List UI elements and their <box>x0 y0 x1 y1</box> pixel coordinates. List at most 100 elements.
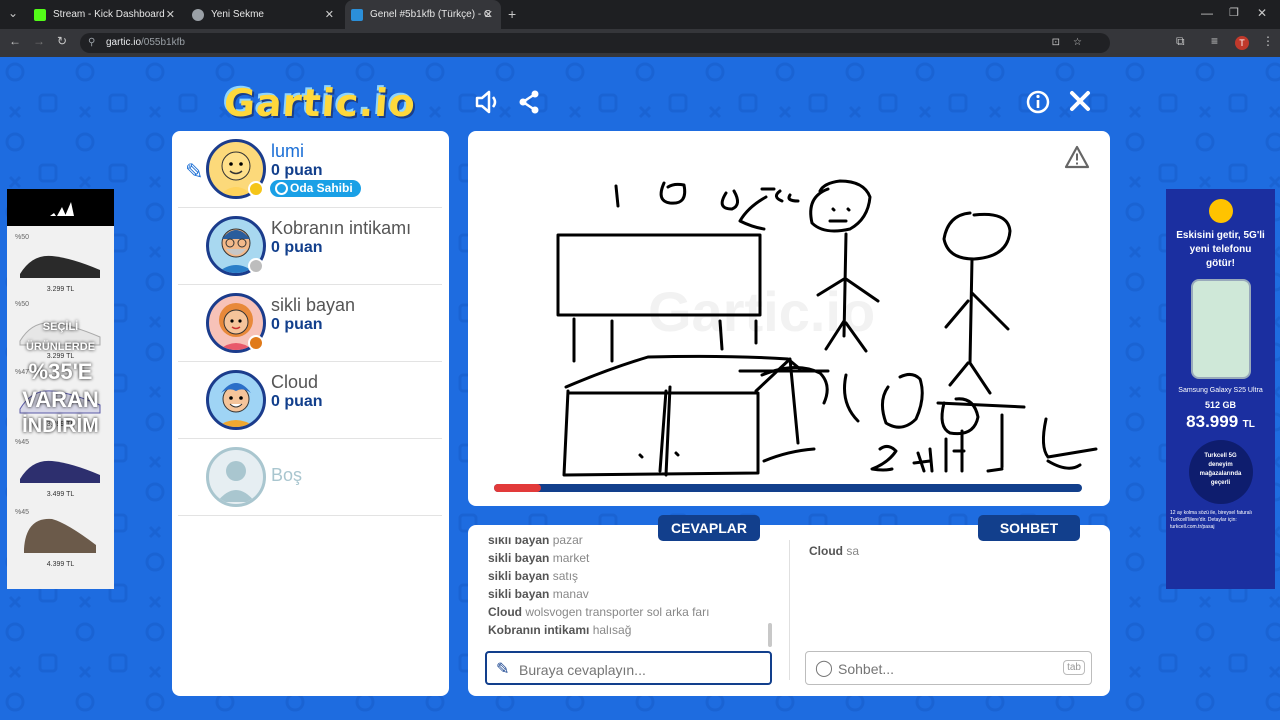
player-name: Cloud <box>271 372 319 392</box>
profile-avatar[interactable]: T <box>1235 36 1249 50</box>
avatar <box>206 370 266 430</box>
gartic-logo[interactable]: Gartic.io <box>222 81 417 125</box>
ad-overlay-line: VARAN <box>22 387 99 412</box>
ad-overlay-line: İNDİRİM <box>22 415 99 437</box>
shoe-item[interactable]: %50 3.299 TL <box>12 234 109 293</box>
answers-scrollbar[interactable] <box>768 623 772 647</box>
room-owner-badge: Oda Sahibi <box>270 180 361 197</box>
left-advertisement[interactable]: %50 3.299 TL %50 3.299 TL %47 3.999 TL %… <box>7 189 114 589</box>
back-icon[interactable]: ← <box>9 34 21 48</box>
answer-message: Cloud wolsvogen transporter sol arka far… <box>488 605 710 619</box>
ad-price: 83.999 <box>1186 412 1239 431</box>
url-host: gartic.io <box>106 37 142 48</box>
ad-footnote: 12 ay kolma sözü ile, bireysel faturalı … <box>1170 510 1252 530</box>
player-row[interactable]: ✎ lumi 0 puan Oda Sahibi <box>178 131 442 208</box>
ad-badge: Turkcell 5G deneyim mağazalarında geçerl… <box>1188 440 1253 504</box>
shoe-price: 4.399 TL <box>46 561 75 568</box>
tab-title: Genel #5b1kfb (Türkçe) - Gartic <box>370 9 490 20</box>
answer-message: Kobranın intikamı halısağ <box>488 623 632 637</box>
answer-message: sikli bayan pazar <box>488 537 583 547</box>
ad-product: Samsung Galaxy S25 Ultra <box>1178 387 1263 394</box>
player-score: 0 puan <box>271 162 323 179</box>
ad-storage: 512 GB <box>1204 400 1237 410</box>
new-tab-icon[interactable]: + <box>508 6 516 22</box>
discount-tag: %50 <box>15 301 30 308</box>
menu-dots-icon[interactable]: ⋮ <box>1262 34 1274 48</box>
status-dot <box>248 181 264 197</box>
answer-input[interactable] <box>519 659 719 681</box>
discount-tag: %45 <box>15 509 30 516</box>
badge-label: Oda Sahibi <box>290 181 353 195</box>
empty-avatar-icon <box>206 447 266 507</box>
status-dot <box>248 335 264 351</box>
gartic-page: Gartic.io %50 3.299 TL %50 3.299 TL %47 … <box>0 57 1280 720</box>
shoe-price: 3.499 TL <box>46 491 75 498</box>
discount-tag: %45 <box>15 439 30 446</box>
share-icon[interactable] <box>518 90 540 121</box>
tab-search-icon[interactable]: ⌄ <box>8 6 18 20</box>
ad-overlay-line: %35'E <box>28 359 93 384</box>
players-panel: ✎ lumi 0 puan Oda Sahibi Kobranın intika… <box>172 131 449 696</box>
sound-icon[interactable] <box>474 89 500 122</box>
player-row[interactable]: Cloud 0 puan <box>178 362 442 439</box>
tab-gartic[interactable]: Genel #5b1kfb (Türkçe) - Gartic ✕ <box>345 0 501 29</box>
ad-headline: Eskisini getir, 5G'li yeni telefonu götü… <box>1176 230 1265 269</box>
player-row[interactable]: sikli bayan 0 puan <box>178 285 442 362</box>
browser-toolbar: ← → ↻ ⚲ gartic.io/055b1kfb ⊡ ☆ ⧉ ≡ T ⋮ <box>0 29 1280 57</box>
chat-bubble-icon: ◯ <box>815 660 833 677</box>
install-icon[interactable]: ⊡ <box>1052 33 1060 53</box>
close-icon[interactable]: ✕ <box>484 8 493 21</box>
gartic-favicon-icon <box>351 8 363 21</box>
answer-input-box[interactable]: ✎ <box>485 651 772 685</box>
reload-icon[interactable]: ↻ <box>57 34 67 48</box>
shoe-item[interactable]: %45 3.499 TL <box>12 439 109 498</box>
svg-text:Gartic.io: Gartic.io <box>648 280 875 343</box>
forward-icon[interactable]: → <box>33 34 45 48</box>
answers-list[interactable]: sikli bayan pazar sikli bayan market sik… <box>488 537 773 649</box>
chat-input[interactable] <box>838 658 1038 680</box>
timer-fill <box>494 484 542 492</box>
extensions-icon[interactable]: ⧉ <box>1176 34 1185 49</box>
player-row[interactable]: Kobranın intikamı 0 puan <box>178 208 442 285</box>
adidas-logo-icon <box>7 189 114 226</box>
panel-divider <box>789 540 790 680</box>
browser-tab-bar: ⌄ Stream - Kick Dashboard ✕ Yeni Sekme ✕… <box>0 0 1280 29</box>
chrome-favicon-icon <box>192 8 204 21</box>
info-icon[interactable] <box>1026 90 1050 121</box>
discount-tag: %50 <box>15 234 30 241</box>
ad-currency: TL <box>1242 419 1255 430</box>
smile-icon <box>275 182 288 195</box>
tab-kick-dashboard[interactable]: Stream - Kick Dashboard ✕ <box>28 0 183 29</box>
player-row-empty: Boş <box>178 439 442 516</box>
url-path: /055b1kfb <box>141 37 185 48</box>
answer-message: sikli bayan manav <box>488 587 589 601</box>
minimize-icon[interactable]: — <box>1201 6 1213 20</box>
tab-shortcut-hint: tab <box>1063 660 1085 675</box>
drawing-canvas[interactable]: Gartic.io <box>468 131 1110 506</box>
url-bar[interactable]: ⚲ gartic.io/055b1kfb ⊡ ☆ <box>80 33 1110 53</box>
close-icon[interactable]: ✕ <box>325 8 334 21</box>
chat-input-box[interactable]: ◯ tab <box>805 651 1092 685</box>
close-icon[interactable]: ✕ <box>166 8 175 21</box>
drawing-strokes: Gartic.io <box>556 179 1098 477</box>
window-close-icon[interactable]: ✕ <box>1257 6 1267 20</box>
player-score: 0 puan <box>271 316 323 333</box>
media-icon[interactable]: ≡ <box>1211 34 1218 48</box>
restore-icon[interactable]: ❐ <box>1229 6 1239 19</box>
tab-title: Stream - Kick Dashboard <box>53 9 165 20</box>
pencil-icon: ✎ <box>496 661 510 678</box>
close-room-icon[interactable] <box>1069 90 1091 119</box>
status-dot <box>248 258 264 274</box>
ad-overlay-line: SEÇİLİ <box>42 321 79 333</box>
site-info-icon[interactable]: ⚲ <box>88 33 95 53</box>
chat-title: SOHBET <box>978 515 1080 541</box>
kick-favicon-icon <box>34 8 46 21</box>
bookmark-star-icon[interactable]: ☆ <box>1073 33 1082 53</box>
right-advertisement[interactable]: Eskisini getir, 5G'li yeni telefonu götü… <box>1166 189 1275 589</box>
chat-message: Cloud sa <box>809 544 860 558</box>
tab-new-tab[interactable]: Yeni Sekme ✕ <box>186 0 342 29</box>
shoe-item[interactable]: %45 4.399 TL <box>12 509 109 568</box>
player-name: Kobranın intikamı <box>271 218 412 238</box>
shoe-price: 3.299 TL <box>46 286 75 293</box>
player-score: 0 puan <box>271 393 323 410</box>
